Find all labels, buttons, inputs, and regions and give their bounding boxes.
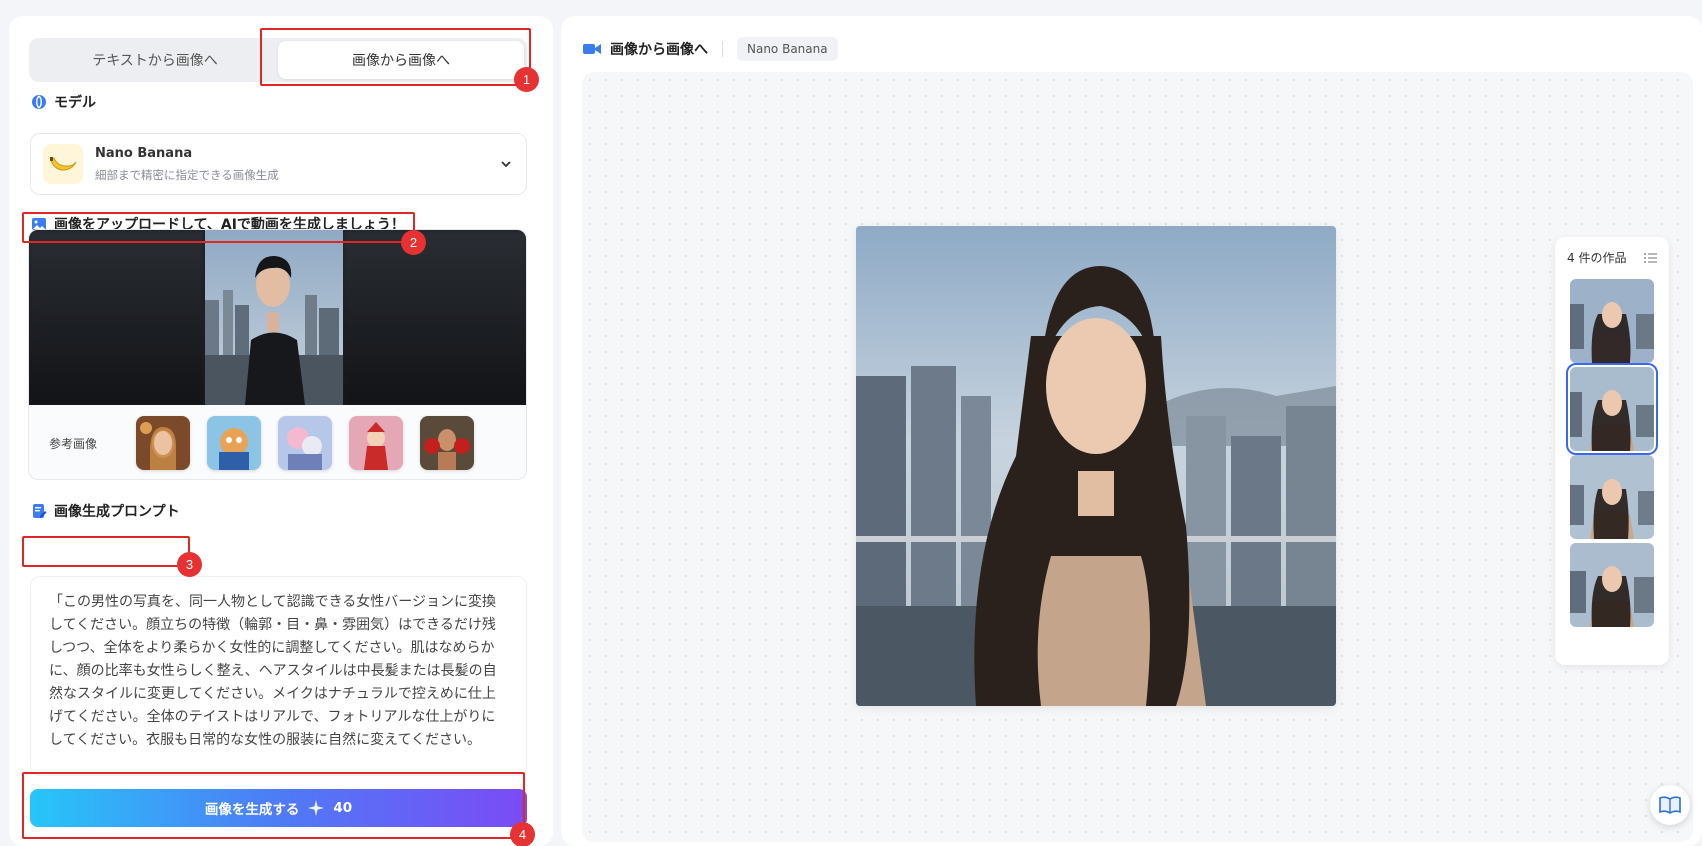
work-thumb-2[interactable] xyxy=(1566,363,1658,455)
annotation-number-4: 4 xyxy=(510,822,535,846)
uploaded-man-photo xyxy=(205,230,343,405)
uploaded-image-preview xyxy=(29,230,526,405)
edit-document-icon xyxy=(31,503,47,519)
video-camera-icon xyxy=(583,44,601,54)
annotation-number-3: 3 xyxy=(177,552,202,577)
result-title: 画像から画像へ xyxy=(610,42,708,58)
model-chip: Nano Banana xyxy=(737,37,838,61)
help-book-button[interactable] xyxy=(1650,785,1690,825)
prompt-section-label: 画像生成プロンプト xyxy=(54,504,180,520)
model-description: 細部まで精密に指定できる画像生成 xyxy=(95,167,279,182)
chevron-down-icon xyxy=(501,161,511,168)
mode-tabs: テキストから画像へ 画像から画像へ xyxy=(29,38,527,82)
tab-text-to-image[interactable]: テキストから画像へ xyxy=(32,41,278,79)
works-count-label: 4 件の作品 xyxy=(1567,251,1627,265)
prompt-section-title: 画像生成プロンプト xyxy=(31,501,180,521)
banana-icon xyxy=(43,144,83,184)
model-section-title: モデル xyxy=(31,92,96,112)
generate-button-label: 画像を生成する xyxy=(204,802,300,818)
book-icon xyxy=(1659,796,1681,814)
model-selector[interactable]: Nano Banana 細部まで精密に指定できる画像生成 xyxy=(30,133,527,195)
result-header: 画像から画像へ Nano Banana xyxy=(582,36,838,62)
upload-area[interactable]: 参考画像 xyxy=(28,229,527,480)
annotation-number-2: 2 xyxy=(401,230,426,255)
reference-thumb-2[interactable] xyxy=(207,416,261,470)
generate-button-cost: 40 xyxy=(333,800,353,816)
generated-image[interactable] xyxy=(856,226,1336,706)
right-panel: 画像から画像へ Nano Banana xyxy=(561,16,1702,846)
sparkle-icon xyxy=(308,800,325,816)
left-panel: テキストから画像へ 画像から画像へ モデル Nano Banana 細部まで精密… xyxy=(9,16,553,846)
reference-label: 参考画像 xyxy=(49,436,98,451)
annotation-number-1: 1 xyxy=(514,67,539,92)
work-thumb-4[interactable] xyxy=(1570,543,1654,627)
reference-thumb-1[interactable] xyxy=(136,416,190,470)
model-icon xyxy=(31,94,47,110)
reference-thumb-4[interactable] xyxy=(349,416,403,470)
work-thumb-3[interactable] xyxy=(1570,455,1654,539)
tab-image-to-image[interactable]: 画像から画像へ xyxy=(278,41,524,79)
list-icon[interactable] xyxy=(1643,251,1657,265)
result-canvas xyxy=(582,72,1693,842)
generate-image-button[interactable]: 画像を生成する 40 xyxy=(30,789,527,827)
model-section-label: モデル xyxy=(54,95,96,111)
work-thumb-1[interactable] xyxy=(1570,279,1654,363)
reference-thumb-5[interactable] xyxy=(420,416,474,470)
prompt-textarea[interactable]: 「この男性の写真を、同一人物として認識できる女性バージョンに変換してください。顔… xyxy=(30,576,527,776)
reference-thumb-3[interactable] xyxy=(278,416,332,470)
works-panel: 4 件の作品 xyxy=(1555,237,1669,665)
model-name: Nano Banana xyxy=(95,145,193,161)
